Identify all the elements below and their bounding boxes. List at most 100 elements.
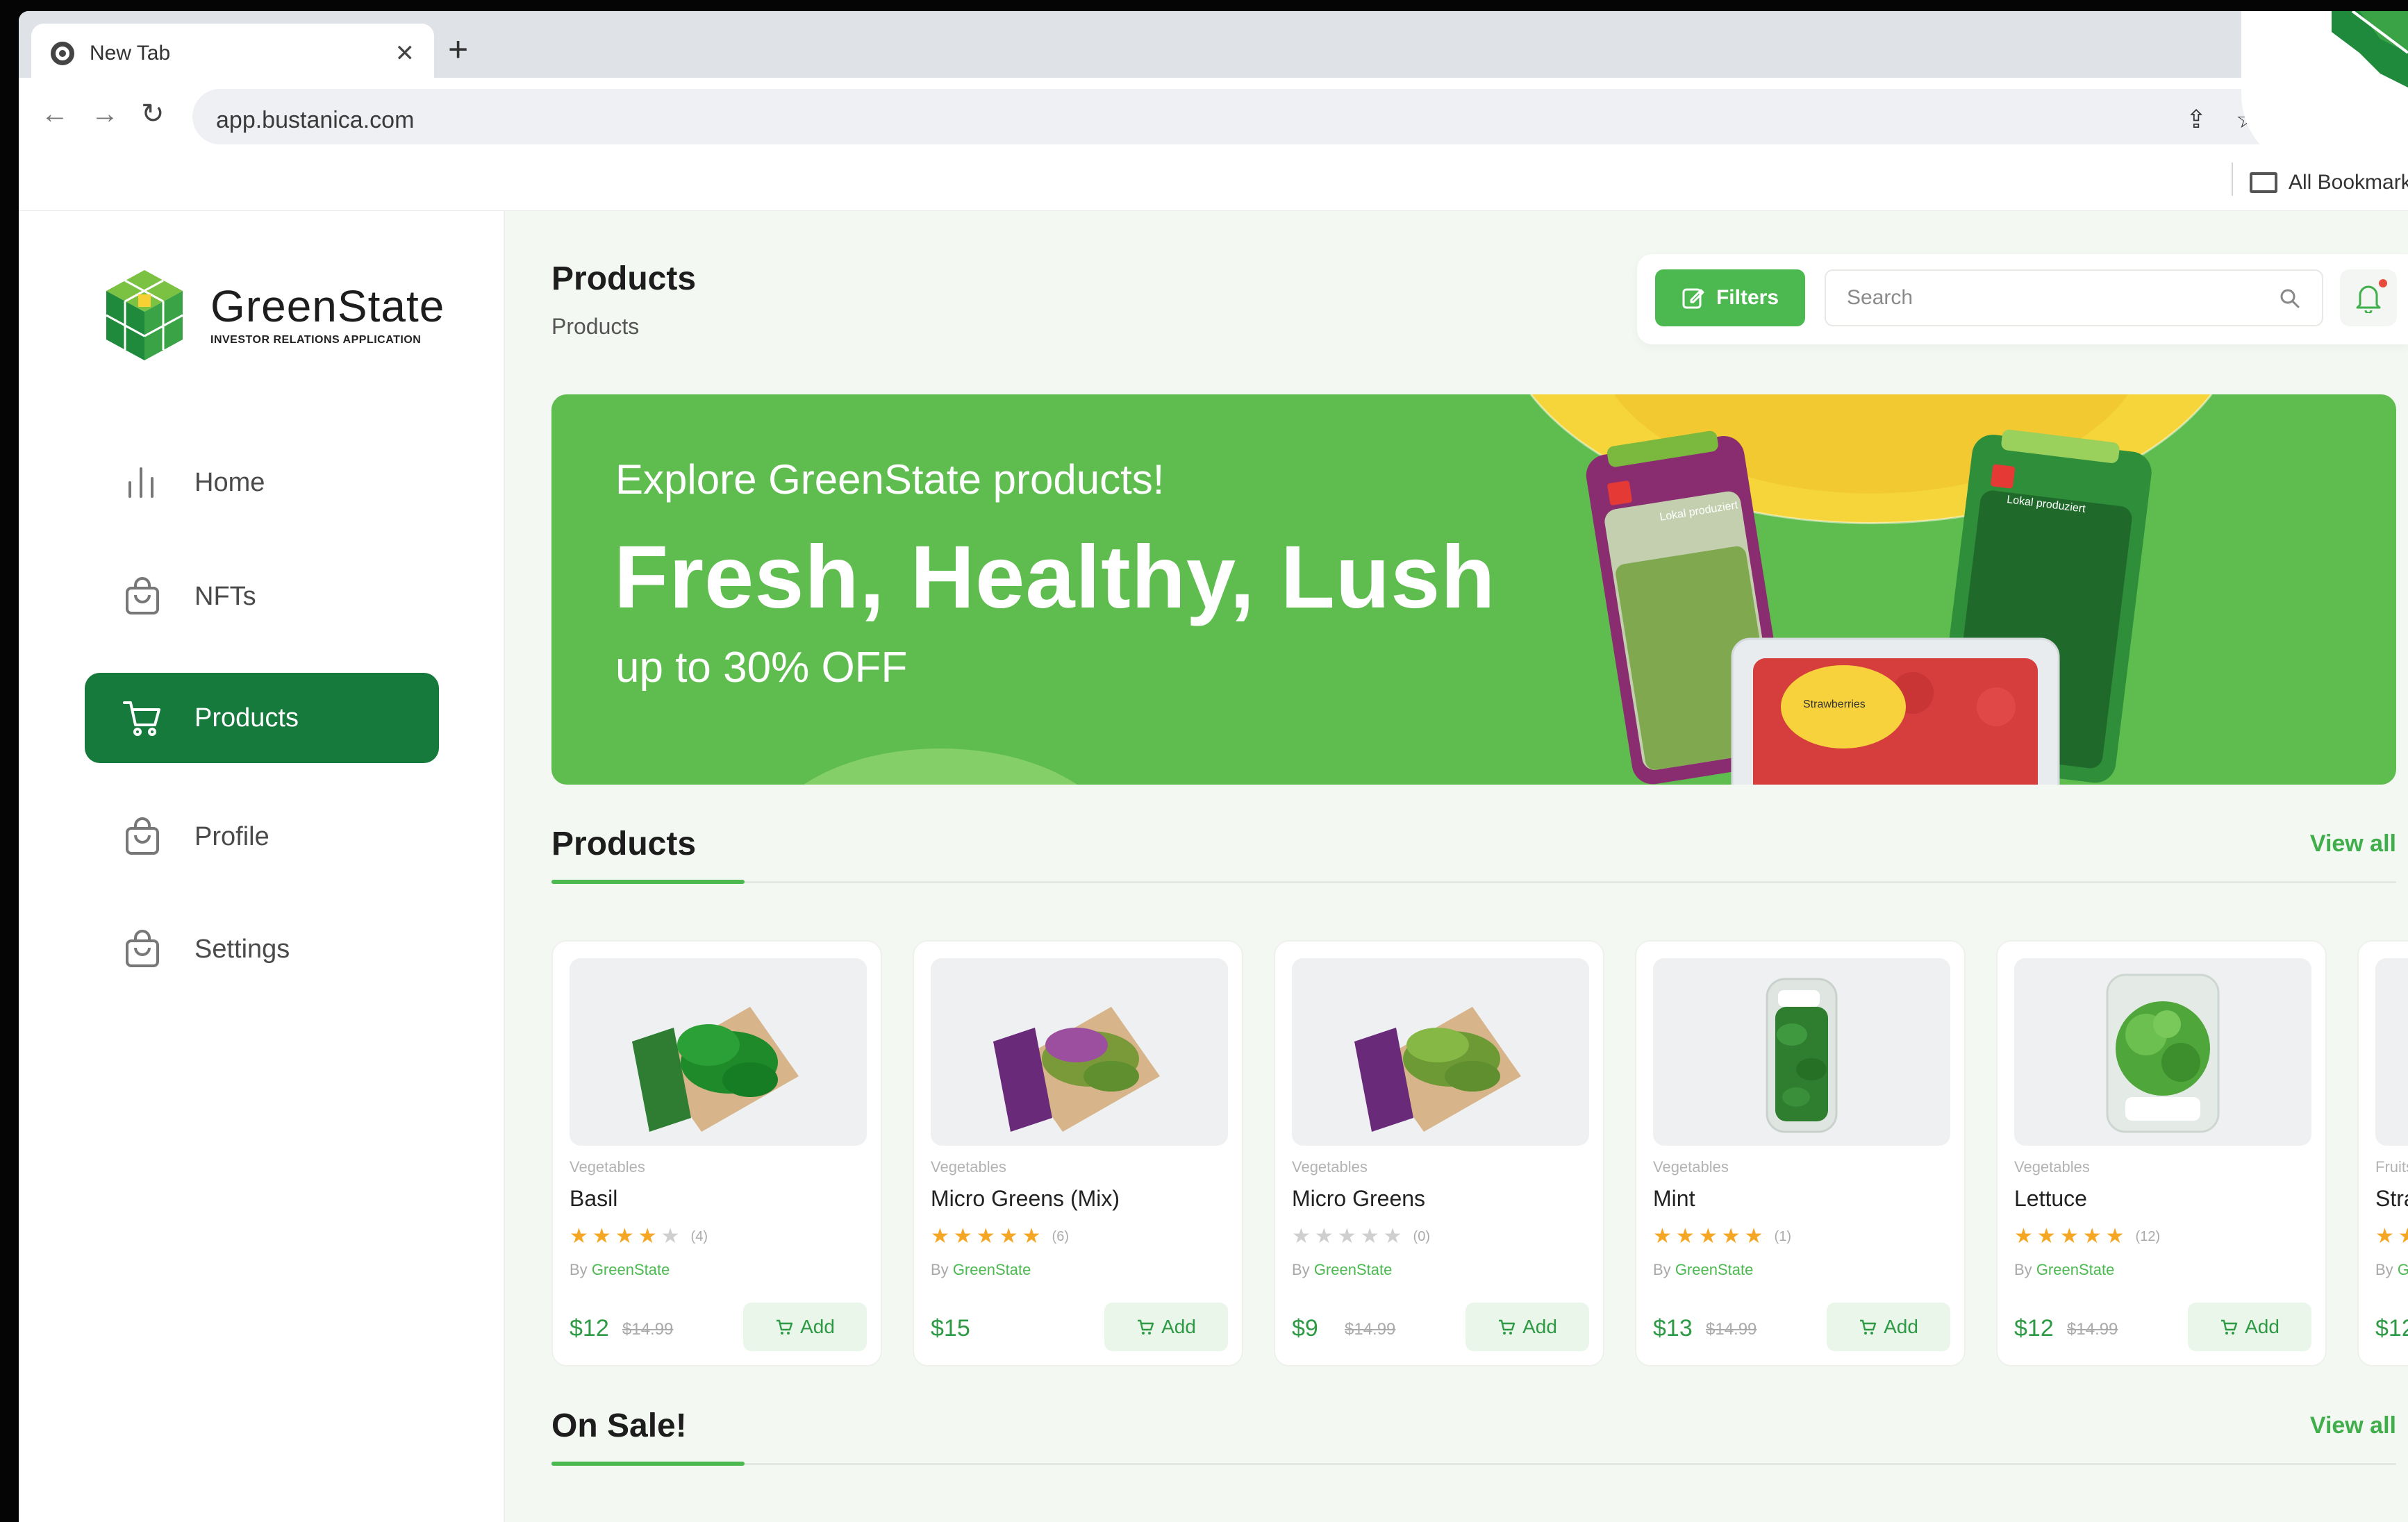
- star-icon: ★: [976, 1225, 995, 1248]
- product-seller: By GreenState: [931, 1261, 1031, 1279]
- seller-link[interactable]: GreenState: [1675, 1261, 1754, 1278]
- sidebar-item-label: Home: [194, 467, 265, 497]
- view-all-link[interactable]: View all: [2310, 1412, 2396, 1439]
- by-label: By: [2014, 1261, 2032, 1278]
- product-image: [2375, 958, 2408, 1146]
- sidebar-item-label: Profile: [194, 821, 269, 851]
- product-name[interactable]: Strawberries: [2375, 1186, 2408, 1212]
- banner-subtitle: Explore GreenState products!: [615, 456, 1165, 503]
- star-icon: ★: [1314, 1225, 1334, 1248]
- notifications-button[interactable]: [2340, 269, 2397, 326]
- reload-icon[interactable]: ↻: [141, 100, 165, 128]
- url-text[interactable]: app.bustanica.com: [216, 107, 414, 134]
- tray-label: Strawberries: [1803, 699, 1866, 710]
- greenstate-logo-icon: [106, 270, 183, 360]
- product-category: Vegetables: [1653, 1158, 1729, 1176]
- sidebar-item-products[interactable]: Products: [85, 673, 439, 763]
- search-box: [1825, 269, 2323, 326]
- add-to-cart-button[interactable]: Add: [1104, 1303, 1228, 1351]
- product-seller: By GreenState: [2014, 1261, 2114, 1279]
- product-card[interactable]: Vegetables Mint ★ ★ ★ ★ ★ (1) By GreenState …: [1635, 940, 1966, 1366]
- browser-tab[interactable]: New Tab ✕: [31, 24, 434, 83]
- bag-icon: [121, 575, 164, 618]
- browser-window: New Tab ✕ + ← → ↻ app.bustanica.com ⇪ ☆ …: [19, 11, 2408, 1522]
- star-icon: ★: [1292, 1225, 1311, 1248]
- seller-link[interactable]: GreenState: [592, 1261, 670, 1278]
- rating-count: (12): [2135, 1229, 2161, 1244]
- product-old-price: $14.99: [2067, 1320, 2118, 1339]
- product-card[interactable]: Vegetables Lettuce ★ ★ ★ ★ ★ (12) By GreenSt…: [1996, 940, 2327, 1366]
- search-input[interactable]: [1847, 271, 2264, 325]
- seller-link[interactable]: GreenState: [2398, 1261, 2408, 1278]
- add-to-cart-button[interactable]: Add: [1827, 1303, 1950, 1351]
- breadcrumb[interactable]: Products: [551, 314, 639, 340]
- star-icon: ★: [1022, 1225, 1041, 1248]
- seller-link[interactable]: GreenState: [2036, 1261, 2115, 1278]
- section-underline: [551, 880, 745, 884]
- product-seller: By GreenState: [570, 1261, 670, 1279]
- product-image: [570, 958, 867, 1146]
- product-card[interactable]: Vegetables Basil ★ ★ ★ ★ ★ (4) By GreenState…: [551, 940, 882, 1366]
- product-name[interactable]: Micro Greens (Mix): [931, 1186, 1120, 1212]
- cart-icon: [1499, 1319, 1516, 1335]
- search-icon[interactable]: [2279, 287, 2301, 310]
- product-card[interactable]: Fruits Strawberries ★★★★★ By GreenState …: [2357, 940, 2408, 1366]
- star-icon: ★: [1675, 1225, 1695, 1248]
- add-to-cart-button[interactable]: Add: [1465, 1303, 1589, 1351]
- sidebar-item-home[interactable]: Home: [85, 437, 439, 528]
- sidebar-item-label: Products: [194, 703, 299, 733]
- rating-count: (1): [1774, 1229, 1791, 1244]
- add-to-cart-button[interactable]: Add: [743, 1303, 867, 1351]
- bookmarks-divider: [2232, 162, 2233, 196]
- address-bar[interactable]: [192, 89, 2408, 144]
- top-controls: Filters: [1637, 254, 2408, 344]
- product-category: Vegetables: [2014, 1158, 2090, 1176]
- star-icon: ★: [1721, 1225, 1741, 1248]
- product-cards: Vegetables Basil ★ ★ ★ ★ ★ (4) By GreenState…: [551, 940, 2408, 1371]
- sidebar-item-profile[interactable]: Profile: [85, 792, 439, 882]
- product-price: $12: [570, 1315, 609, 1341]
- star-icon: ★: [999, 1225, 1018, 1248]
- all-bookmarks-link[interactable]: All Bookmark: [2289, 171, 2408, 194]
- notification-dot: [2379, 279, 2387, 287]
- add-label: Add: [1522, 1316, 1557, 1337]
- edit-icon: [1682, 288, 1704, 309]
- share-icon[interactable]: ⇪: [2186, 107, 2207, 132]
- sidebar-item-nfts[interactable]: NFTs: [85, 551, 439, 642]
- forward-icon[interactable]: →: [91, 100, 119, 128]
- close-icon[interactable]: ✕: [395, 40, 415, 67]
- bag-icon: [121, 815, 164, 858]
- corner-overlay: [2241, 11, 2408, 171]
- product-image: [2014, 958, 2311, 1146]
- back-icon[interactable]: ←: [41, 100, 69, 128]
- seller-link[interactable]: GreenState: [1314, 1261, 1393, 1278]
- product-old-price: $14.99: [1345, 1320, 1396, 1339]
- new-tab-button[interactable]: +: [448, 32, 468, 67]
- by-label: By: [570, 1261, 588, 1278]
- product-name[interactable]: Mint: [1653, 1186, 1695, 1212]
- add-to-cart-button[interactable]: Add: [2188, 1303, 2311, 1351]
- bar-chart-icon: [121, 461, 164, 504]
- seller-link[interactable]: GreenState: [953, 1261, 1031, 1278]
- product-name[interactable]: Lettuce: [2014, 1186, 2087, 1212]
- sidebar-item-settings[interactable]: Settings: [85, 904, 439, 994]
- promo-banner[interactable]: Lokal produziert Lokal produziert Strawb…: [551, 394, 2396, 785]
- product-image: [931, 958, 1228, 1146]
- bag-icon: [121, 928, 164, 971]
- section-underline: [551, 1462, 745, 1466]
- product-old-price: $14.99: [622, 1320, 674, 1339]
- product-name[interactable]: Micro Greens: [1292, 1186, 1425, 1212]
- product-card[interactable]: Vegetables Micro Greens ★ ★ ★ ★ ★ (0) By Gre…: [1274, 940, 1604, 1366]
- star-icon: ★: [1698, 1225, 1718, 1248]
- star-icon: ★: [1744, 1225, 1763, 1248]
- star-icon: ★: [615, 1225, 634, 1248]
- product-name[interactable]: Basil: [570, 1186, 617, 1212]
- rating: ★ ★ ★ ★ ★ (12): [2014, 1226, 2160, 1247]
- tab-strip: New Tab ✕ +: [19, 11, 2408, 83]
- filters-button[interactable]: Filters: [1655, 269, 1805, 326]
- rating: ★ ★ ★ ★ ★ (1): [1653, 1226, 1791, 1247]
- brand: GreenState INVESTOR RELATIONS APPLICATIO…: [99, 267, 445, 364]
- view-all-link[interactable]: View all: [2310, 830, 2396, 858]
- rating: ★ ★ ★ ★ ★ (6): [931, 1226, 1069, 1247]
- product-card[interactable]: Vegetables Micro Greens (Mix) ★ ★ ★ ★ ★ (6) …: [913, 940, 1243, 1366]
